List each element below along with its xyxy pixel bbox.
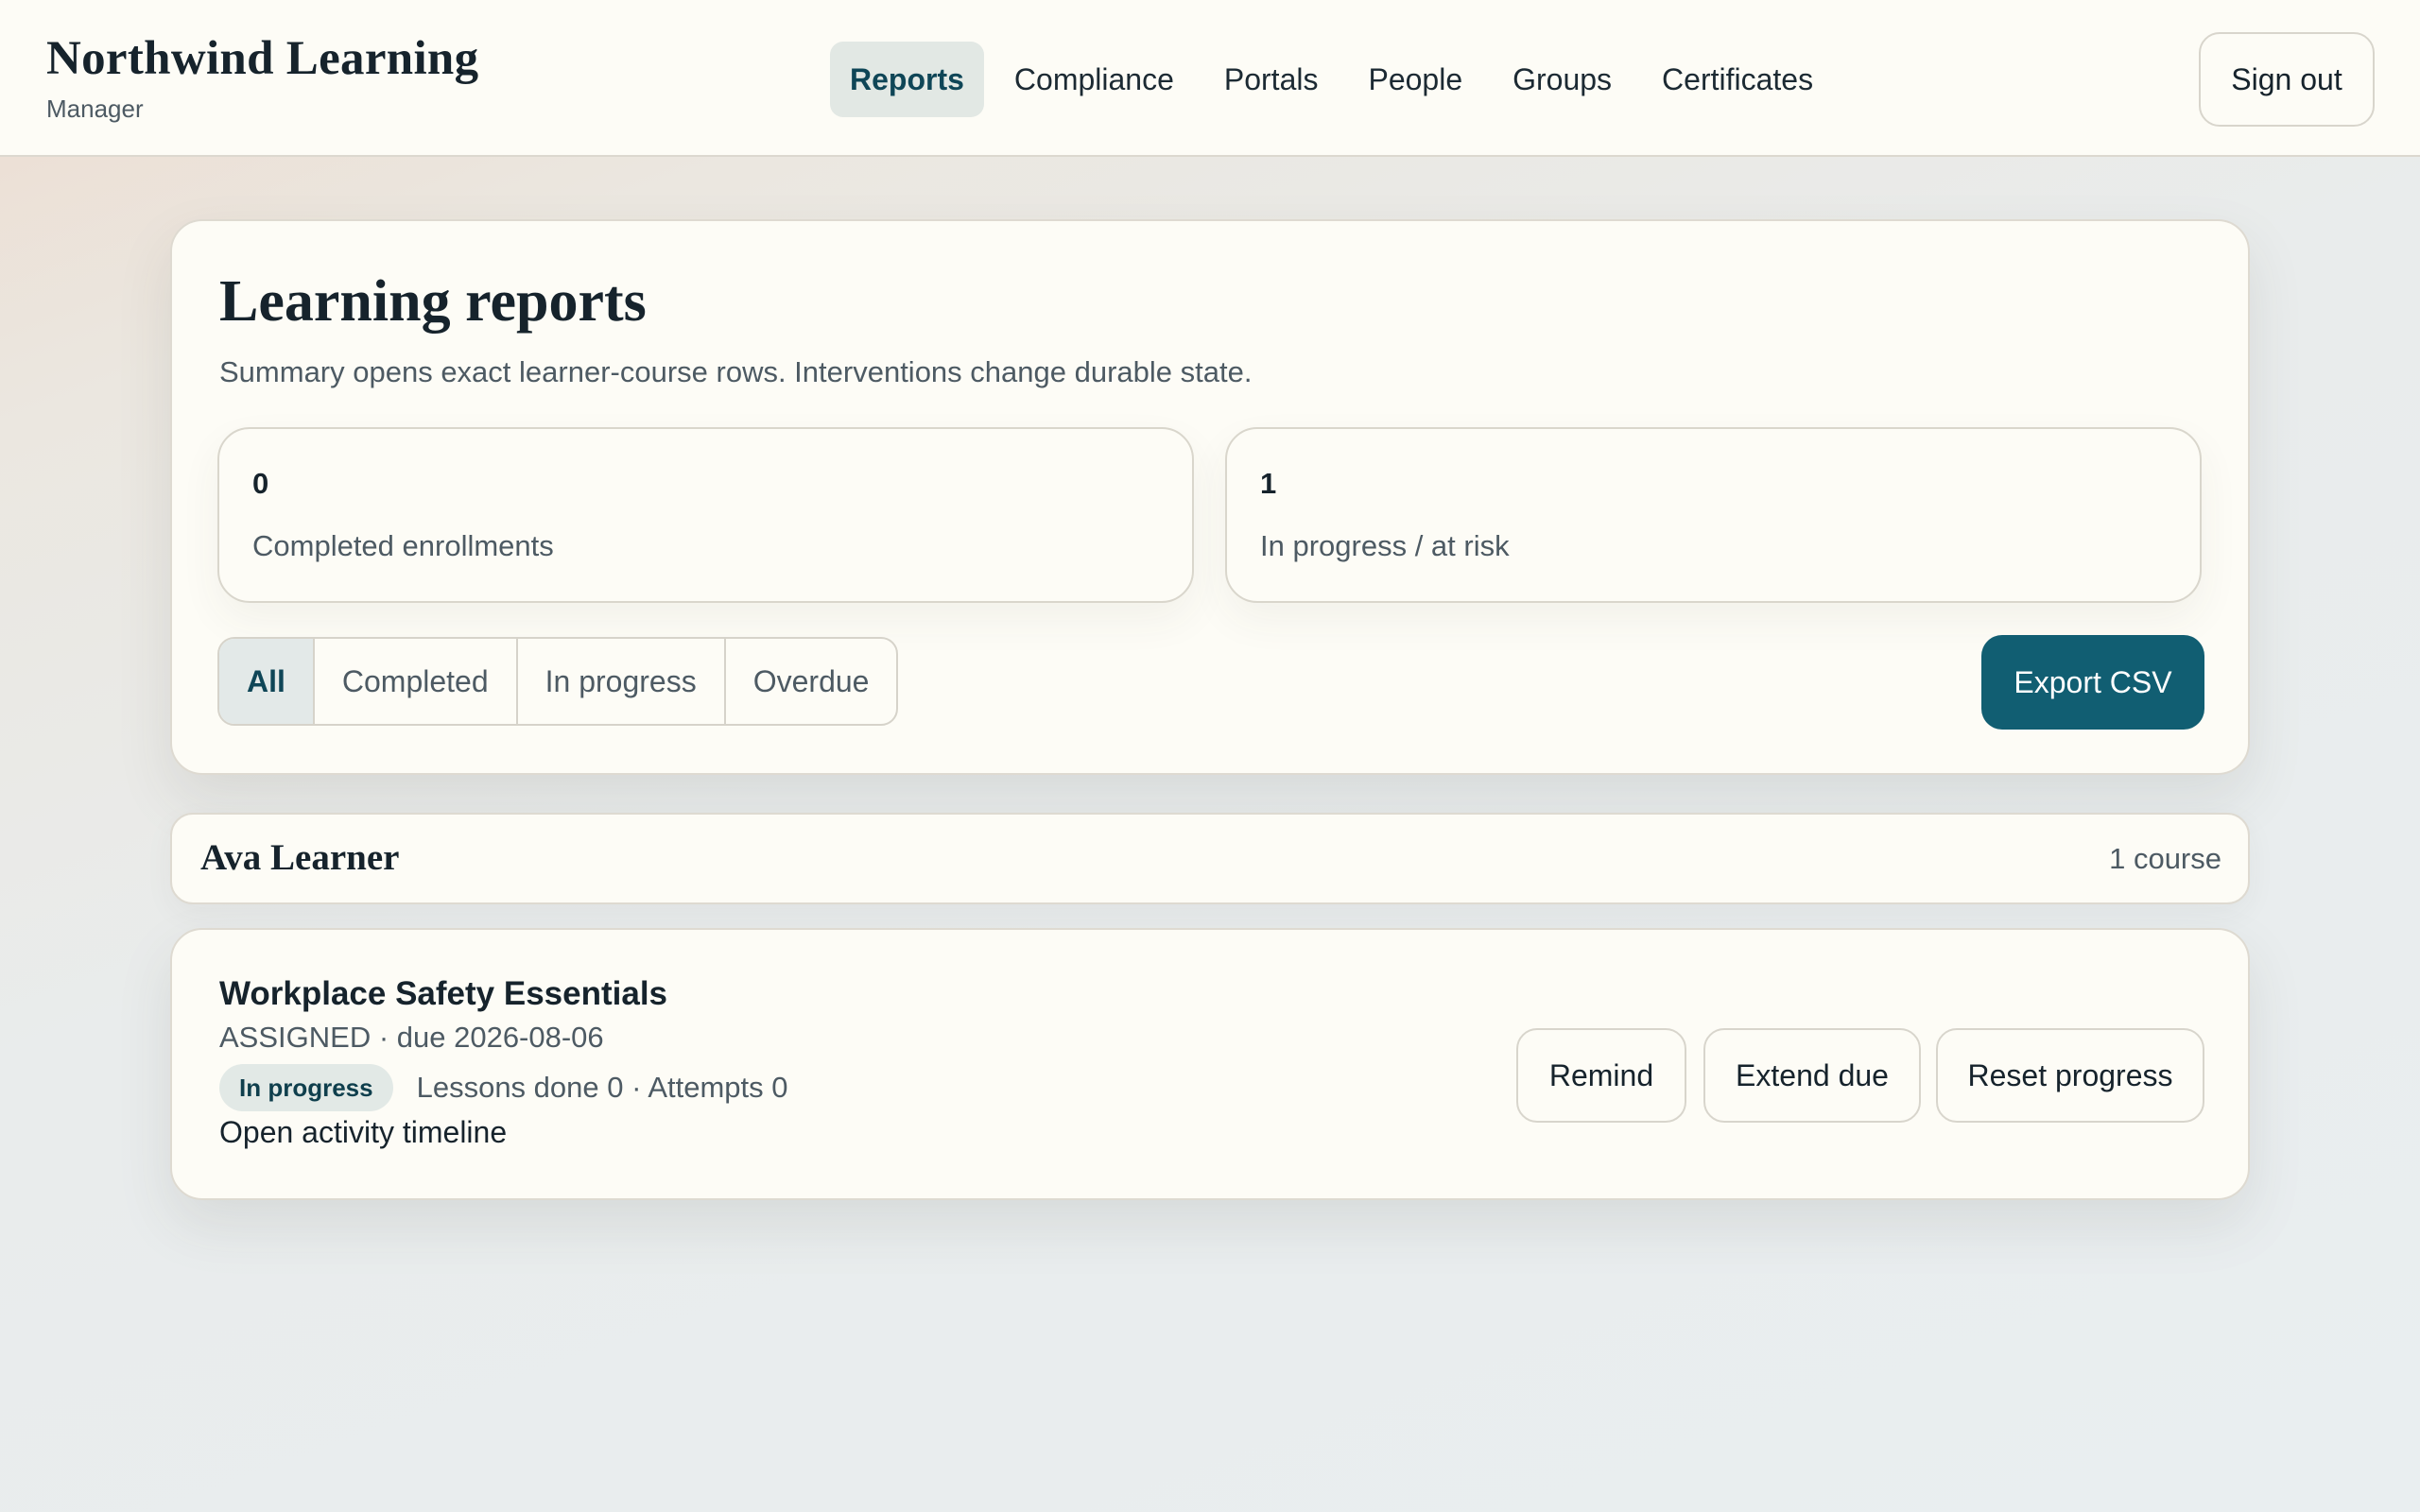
nav-certificates[interactable]: Certificates <box>1642 42 1833 117</box>
course-count: 1 course <box>2109 842 2221 875</box>
learner-group-header[interactable]: Ava Learner 1 course <box>170 813 2250 904</box>
nav-compliance[interactable]: Compliance <box>994 42 1194 117</box>
status-filter-group: All Completed In progress Overdue <box>217 637 899 726</box>
remind-button[interactable]: Remind <box>1516 1028 1686 1123</box>
filter-overdue[interactable]: Overdue <box>723 639 897 724</box>
learner-name: Ava Learner <box>200 837 400 878</box>
stat-in-progress-at-risk[interactable]: 1 In progress / at risk <box>1225 427 2202 603</box>
reset-progress-button[interactable]: Reset progress <box>1936 1028 2204 1123</box>
brand-title[interactable]: Northwind Learning <box>46 31 478 86</box>
progress-summary: Lessons done 0 · Attempts 0 <box>416 1071 788 1104</box>
sign-out-button[interactable]: Sign out <box>2199 32 2375 127</box>
filter-all[interactable]: All <box>219 639 313 724</box>
page-title: Learning reports <box>219 269 647 334</box>
nav-people[interactable]: People <box>1348 42 1482 117</box>
reports-summary-card: Learning reports Summary opens exact lea… <box>170 219 2250 775</box>
course-title: Workplace Safety Essentials <box>219 975 668 1012</box>
course-assignment-meta: ASSIGNED · due 2026-08-06 <box>219 1021 604 1054</box>
stat-label: Completed enrollments <box>252 529 554 562</box>
nav-portals[interactable]: Portals <box>1204 42 1339 117</box>
page-subtitle: Summary opens exact learner-course rows.… <box>219 355 1253 388</box>
status-badge: In progress <box>219 1064 393 1111</box>
filter-in-progress[interactable]: In progress <box>515 639 724 724</box>
stat-value: 1 <box>1260 467 1277 500</box>
nav-reports[interactable]: Reports <box>830 42 984 117</box>
course-status-row: In progress Lessons done 0 · Attempts 0 <box>219 1064 788 1111</box>
filter-completed[interactable]: Completed <box>312 639 516 724</box>
course-enrollment-row: Workplace Safety Essentials ASSIGNED · d… <box>170 928 2250 1200</box>
top-bar: Northwind Learning Manager Reports Compl… <box>0 0 2420 157</box>
extend-due-button[interactable]: Extend due <box>1703 1028 1921 1123</box>
open-activity-timeline-link[interactable]: Open activity timeline <box>219 1115 507 1150</box>
stat-completed-enrollments[interactable]: 0 Completed enrollments <box>217 427 1194 603</box>
user-role: Manager <box>46 94 144 123</box>
nav-groups[interactable]: Groups <box>1493 42 1632 117</box>
stat-value: 0 <box>252 467 269 500</box>
export-csv-button[interactable]: Export CSV <box>1981 635 2204 730</box>
stat-label: In progress / at risk <box>1260 529 1510 562</box>
main-nav: Reports Compliance Portals People Groups… <box>830 42 1843 117</box>
